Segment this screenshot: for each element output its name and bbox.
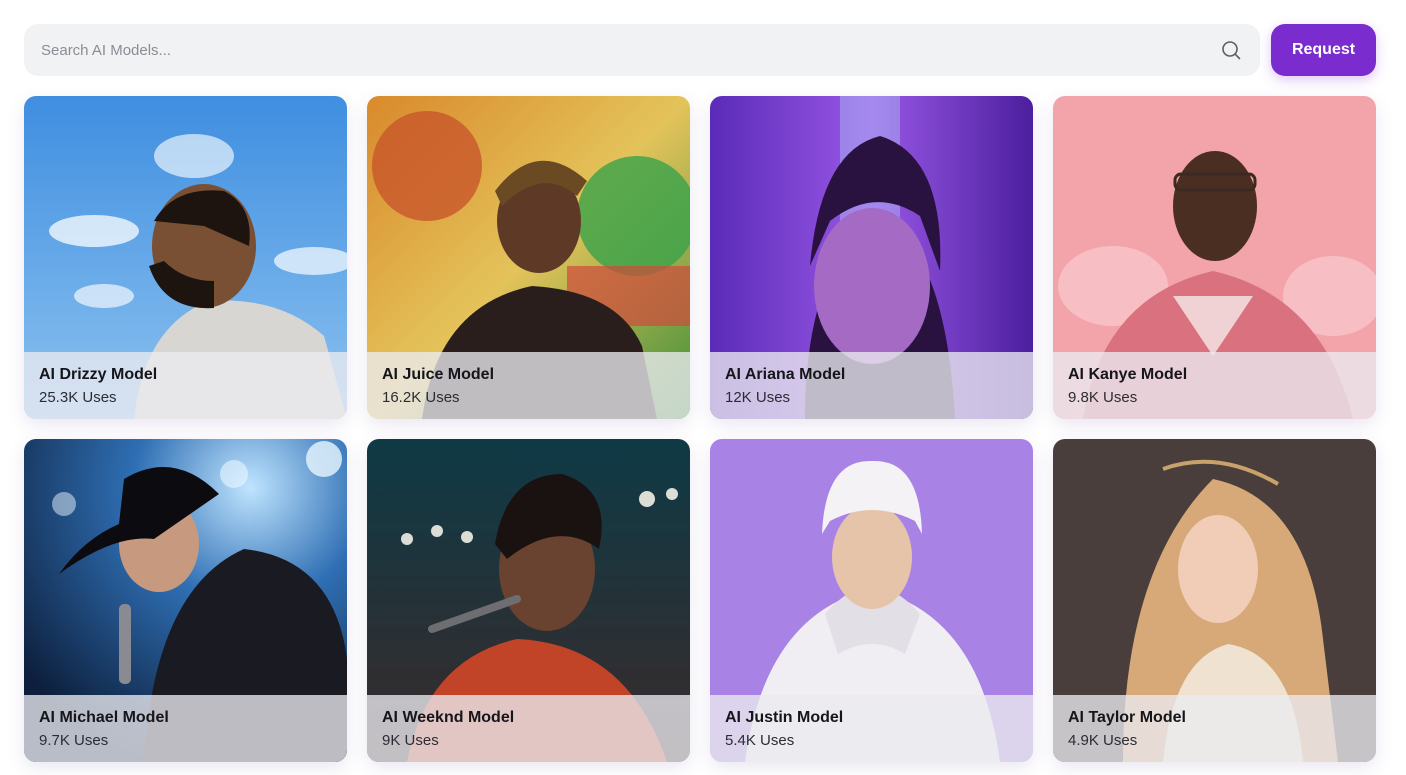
search-icon[interactable] [1220, 39, 1242, 61]
model-title: AI Michael Model [39, 709, 169, 726]
model-caption: AI Drizzy Model 25.3K Uses [24, 352, 347, 419]
model-uses: 4.9K Uses [1068, 732, 1138, 749]
model-card-juice[interactable]: AI Juice Model 16.2K Uses [367, 96, 690, 419]
model-caption: AI Michael Model 9.7K Uses [24, 695, 347, 762]
model-uses: 9.7K Uses [39, 732, 109, 749]
search-input[interactable] [39, 40, 1220, 60]
model-card-kanye[interactable]: AI Kanye Model 9.8K Uses [1053, 96, 1376, 419]
model-caption: AI Justin Model 5.4K Uses [710, 695, 1033, 762]
model-uses: 12K Uses [725, 389, 791, 406]
model-uses: 16.2K Uses [382, 389, 460, 406]
model-grid: AI Drizzy Model 25.3K Uses AI Juice Mode… [24, 96, 1376, 762]
model-title: AI Ariana Model [725, 366, 846, 383]
request-button[interactable]: Request [1271, 24, 1376, 76]
model-title: AI Justin Model [725, 709, 844, 726]
model-card-justin[interactable]: AI Justin Model 5.4K Uses [710, 439, 1033, 762]
model-uses: 25.3K Uses [39, 389, 117, 406]
model-uses: 9.8K Uses [1068, 389, 1138, 406]
model-caption: AI Weeknd Model 9K Uses [367, 695, 690, 762]
model-uses: 9K Uses [382, 732, 439, 749]
search-bar[interactable] [24, 24, 1260, 76]
model-card-michael[interactable]: AI Michael Model 9.7K Uses [24, 439, 347, 762]
model-title: AI Drizzy Model [39, 366, 158, 383]
model-title: AI Weeknd Model [382, 709, 515, 726]
model-caption: AI Kanye Model 9.8K Uses [1053, 352, 1376, 419]
model-caption: AI Ariana Model 12K Uses [710, 352, 1033, 419]
model-card-taylor[interactable]: AI Taylor Model 4.9K Uses [1053, 439, 1376, 762]
model-caption: AI Taylor Model 4.9K Uses [1053, 695, 1376, 762]
model-title: AI Taylor Model [1068, 709, 1186, 726]
model-caption: AI Juice Model 16.2K Uses [367, 352, 690, 419]
model-title: AI Kanye Model [1068, 366, 1188, 383]
model-card-ariana[interactable]: AI Ariana Model 12K Uses [710, 96, 1033, 419]
top-bar: Request [24, 24, 1376, 76]
model-card-weeknd[interactable]: AI Weeknd Model 9K Uses [367, 439, 690, 762]
model-uses: 5.4K Uses [725, 732, 795, 749]
model-title: AI Juice Model [382, 366, 495, 383]
model-card-drizzy[interactable]: AI Drizzy Model 25.3K Uses [24, 96, 347, 419]
